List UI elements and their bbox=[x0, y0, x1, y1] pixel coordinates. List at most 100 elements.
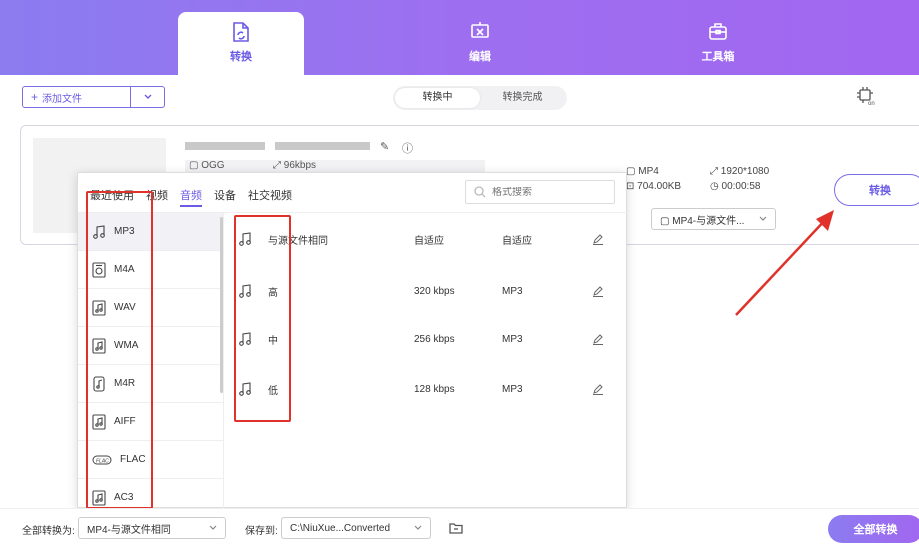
tab-toolbox[interactable]: 工具箱 bbox=[655, 12, 781, 75]
tab-device[interactable]: 设备 bbox=[214, 187, 236, 207]
folder-icon[interactable] bbox=[448, 520, 464, 536]
quality-row-same[interactable]: 与源文件相同 自适应 自适应 bbox=[224, 215, 628, 263]
tab-convert[interactable]: 转换 bbox=[178, 12, 304, 75]
bottom-bar: 全部转换为: MP4-与源文件相同 保存到: C:\NiuXue...Conve… bbox=[0, 508, 919, 547]
quality-row-high[interactable]: 高 320 kbps MP3 bbox=[224, 267, 628, 315]
convert-button[interactable]: 转换 bbox=[834, 174, 919, 206]
svg-text:FLAC: FLAC bbox=[96, 458, 109, 464]
tab-recent[interactable]: 最近使用 bbox=[90, 187, 134, 207]
format-item-wma[interactable]: WMA bbox=[78, 327, 223, 365]
out-resolution: ⤢ 1920*1080 bbox=[710, 166, 770, 177]
quality-name: 低 bbox=[268, 385, 278, 397]
convert-all-button[interactable]: 全部转换 bbox=[828, 515, 919, 543]
out-format: ▢ MP4 bbox=[626, 166, 659, 177]
tab-convert-label: 转换 bbox=[230, 51, 252, 63]
convert-all-value: MP4-与源文件相同 bbox=[87, 524, 171, 536]
src-bitrate: ⤢ 96kbps bbox=[273, 160, 317, 171]
seg-finished[interactable]: 转换完成 bbox=[480, 88, 565, 108]
file-name-blurred-2 bbox=[275, 142, 370, 150]
chevron-down-icon bbox=[209, 525, 217, 530]
quality-format: 自适应 bbox=[502, 235, 532, 247]
quality-bitrate: 128 kbps bbox=[414, 383, 455, 395]
format-label: WMA bbox=[114, 340, 139, 351]
quality-row-medium[interactable]: 中 256 kbps MP3 bbox=[224, 315, 628, 363]
tab-video[interactable]: 视频 bbox=[146, 187, 168, 207]
quality-name: 高 bbox=[268, 287, 278, 299]
output-info: ▢ MP4 ⤢ 1920*1080 ⊡ 704.00KB ◷ 00:00:58 bbox=[626, 166, 780, 196]
src-format: ▢ OGG bbox=[189, 160, 225, 171]
plus-icon: + bbox=[31, 90, 39, 104]
file-name-blurred bbox=[185, 142, 265, 150]
edit-icon[interactable] bbox=[592, 285, 604, 297]
quality-row-low[interactable]: 低 128 kbps MP3 bbox=[224, 365, 628, 413]
gpu-acceleration-icon[interactable]: on bbox=[856, 86, 876, 106]
edit-icon[interactable] bbox=[592, 333, 604, 345]
chevron-down-icon bbox=[414, 525, 422, 530]
music-note-icon bbox=[93, 224, 105, 239]
format-popup: 最近使用 视频 音频 设备 社交视频 MP3 M4A WAV WMA M4R bbox=[77, 172, 628, 517]
seg-converting[interactable]: 转换中 bbox=[395, 88, 480, 108]
tab-social-video[interactable]: 社交视频 bbox=[248, 187, 292, 207]
out-duration: ◷ 00:00:58 bbox=[710, 181, 761, 192]
source-info: ▢ OGG ⤢ 96kbps bbox=[185, 160, 485, 172]
format-search-box[interactable] bbox=[465, 180, 615, 204]
top-nav: 转换 编辑 工具箱 bbox=[0, 0, 919, 75]
file-name: ✎ ⓘ bbox=[185, 140, 414, 155]
audio-file-icon bbox=[92, 413, 106, 430]
music-note-icon bbox=[239, 284, 251, 298]
red-arrow-annotation bbox=[735, 210, 834, 316]
edit-icon[interactable] bbox=[592, 233, 604, 245]
add-file-dropdown[interactable] bbox=[130, 87, 164, 107]
format-label: MP3 bbox=[114, 226, 135, 237]
quality-name: 与源文件相同 bbox=[268, 235, 328, 247]
format-item-m4r[interactable]: M4R bbox=[78, 365, 223, 403]
add-file-label: 添加文件 bbox=[42, 93, 83, 105]
flac-badge-icon: FLAC bbox=[92, 455, 112, 464]
format-label: AC3 bbox=[114, 492, 134, 503]
tab-edit-label: 编辑 bbox=[469, 51, 491, 63]
format-label: WAV bbox=[114, 302, 136, 313]
format-label: M4R bbox=[114, 378, 136, 389]
svg-text:on: on bbox=[868, 101, 875, 106]
speaker-file-icon bbox=[92, 261, 106, 278]
tab-toolbox-label: 工具箱 bbox=[701, 51, 735, 63]
save-path-select[interactable]: C:\NiuXue...Converted bbox=[281, 517, 431, 539]
tab-edit[interactable]: 编辑 bbox=[417, 12, 543, 75]
add-file-button[interactable]: + 添加文件 bbox=[22, 86, 165, 108]
quality-bitrate: 256 kbps bbox=[414, 333, 455, 345]
format-item-m4a[interactable]: M4A bbox=[78, 251, 223, 289]
status-segment: 转换中 转换完成 bbox=[393, 86, 567, 110]
format-label: FLAC bbox=[120, 454, 146, 465]
format-item-mp3[interactable]: MP3 bbox=[78, 213, 223, 251]
scissors-edit-icon bbox=[471, 22, 489, 38]
format-item-wav[interactable]: WAV bbox=[78, 289, 223, 327]
format-label: M4A bbox=[114, 264, 135, 275]
edit-icon[interactable] bbox=[592, 383, 604, 395]
format-list: MP3 M4A WAV WMA M4R AIFF FLAC FLAC AC3 bbox=[78, 213, 224, 517]
format-item-aiff[interactable]: AIFF bbox=[78, 403, 223, 441]
search-icon bbox=[474, 186, 486, 198]
audio-file-icon bbox=[92, 489, 106, 506]
add-file-main[interactable]: + 添加文件 bbox=[23, 90, 130, 105]
convert-all-select[interactable]: MP4-与源文件相同 bbox=[78, 517, 226, 539]
out-size: ⊡ 704.00KB bbox=[626, 181, 682, 192]
save-path-value: C:\NiuXue...Converted bbox=[290, 522, 391, 534]
format-search-input[interactable] bbox=[492, 186, 592, 198]
quality-list: 与源文件相同 自适应 自适应 高 320 kbps MP3 中 256 kbps… bbox=[224, 213, 628, 509]
tab-audio[interactable]: 音频 bbox=[180, 187, 202, 207]
quality-bitrate: 自适应 bbox=[414, 235, 444, 247]
rename-icon[interactable]: ✎ bbox=[380, 140, 392, 153]
music-note-icon bbox=[239, 232, 251, 246]
save-to-label: 保存到: bbox=[245, 526, 278, 537]
info-icon[interactable]: ⓘ bbox=[402, 140, 414, 155]
format-label: AIFF bbox=[114, 416, 136, 427]
quality-format: MP3 bbox=[502, 285, 523, 297]
toolbox-icon bbox=[709, 23, 727, 40]
music-note-icon bbox=[239, 332, 251, 346]
audio-file-icon bbox=[92, 299, 106, 316]
quality-name: 中 bbox=[268, 335, 278, 347]
format-item-flac[interactable]: FLAC FLAC bbox=[78, 441, 223, 479]
chevron-down-icon bbox=[144, 94, 151, 99]
format-list-scrollbar[interactable] bbox=[220, 217, 223, 393]
quality-bitrate: 320 kbps bbox=[414, 285, 455, 297]
